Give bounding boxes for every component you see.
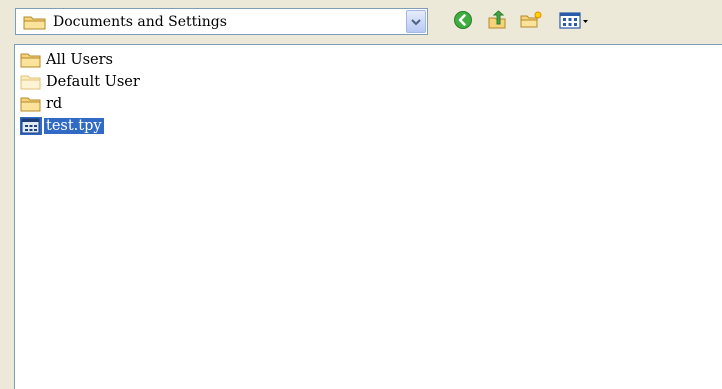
look-in-dropdown[interactable]: Documents and Settings bbox=[15, 8, 428, 35]
file-icon bbox=[20, 117, 42, 135]
back-button[interactable] bbox=[450, 9, 476, 35]
list-item-label: test.tpy bbox=[44, 118, 104, 134]
new-folder-icon bbox=[519, 10, 543, 34]
list-item-label: Default User bbox=[46, 74, 140, 90]
list-item-default-user[interactable]: Default User bbox=[20, 72, 142, 92]
file-dialog: Documents and Settings All Users Default… bbox=[0, 0, 722, 389]
view-menu-icon bbox=[558, 10, 590, 34]
file-list[interactable]: All Users Default User rd test.tpy bbox=[14, 44, 722, 389]
folder-icon bbox=[20, 95, 42, 113]
list-item-label: All Users bbox=[46, 52, 113, 68]
list-item-label: rd bbox=[46, 96, 63, 112]
folder-light-icon bbox=[20, 73, 42, 91]
view-menu-button[interactable] bbox=[556, 9, 592, 35]
list-item-rd[interactable]: rd bbox=[20, 94, 64, 114]
list-item-all-users[interactable]: All Users bbox=[20, 50, 115, 70]
dialog-toolbar: Documents and Settings bbox=[0, 0, 722, 40]
list-item-test-tpy[interactable]: test.tpy bbox=[20, 116, 104, 136]
folder-icon bbox=[23, 14, 47, 30]
current-folder-label: Documents and Settings bbox=[53, 13, 227, 30]
new-folder-button[interactable] bbox=[518, 9, 544, 35]
chevron-down-icon[interactable] bbox=[406, 10, 426, 33]
back-icon bbox=[453, 10, 473, 34]
up-folder-button[interactable] bbox=[484, 9, 510, 35]
folder-icon bbox=[20, 51, 42, 69]
up-folder-icon bbox=[486, 10, 508, 34]
